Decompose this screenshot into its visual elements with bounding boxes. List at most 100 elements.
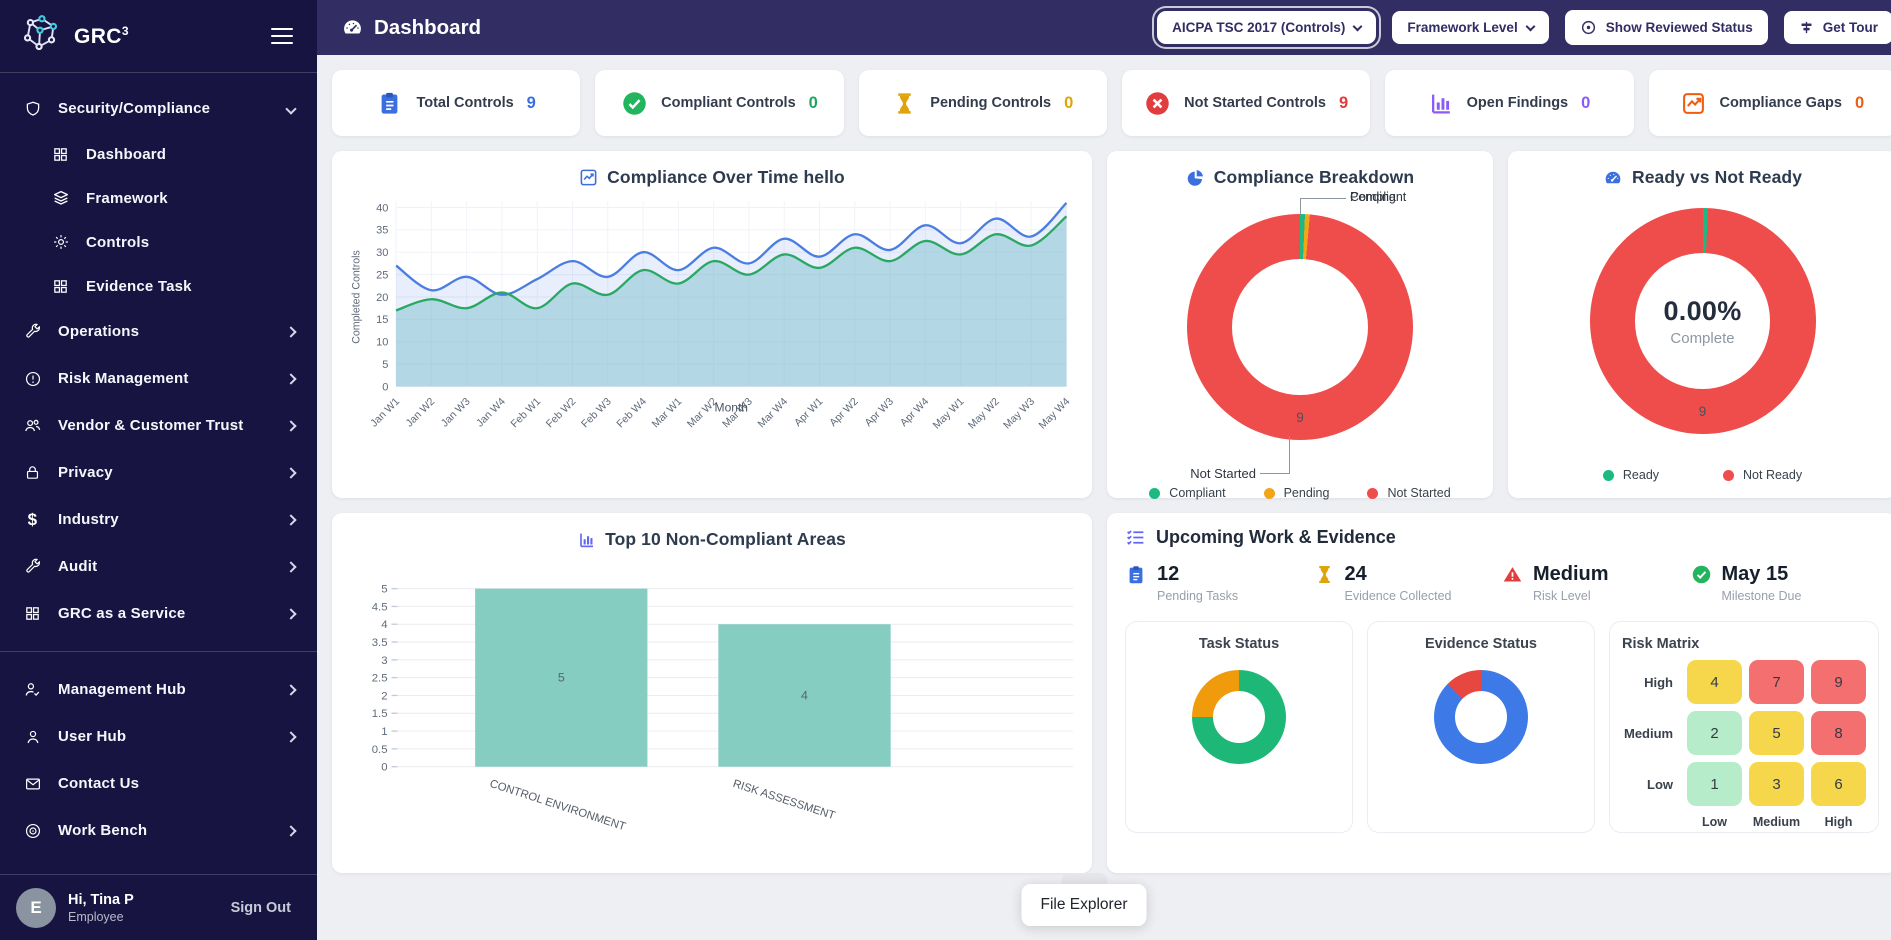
svg-text:Completed Controls: Completed Controls <box>350 250 362 343</box>
risk-matrix-title: Risk Matrix <box>1622 636 1866 652</box>
svg-text:10: 10 <box>376 337 388 349</box>
ready-donut[interactable]: 0.00% Complete 9 <box>1590 208 1816 434</box>
matrix-cell: 6 <box>1811 762 1866 806</box>
chevron-right-icon <box>285 373 296 384</box>
bar-chart-icon <box>578 531 596 549</box>
ready-vs-not-ready-chart[interactable]: 0.00% Complete 9 <box>1590 208 1816 434</box>
risk-matrix-card: Risk Matrix High 4 7 9 Medium 2 5 8 Low <box>1609 621 1879 833</box>
upcoming-work-title: Upcoming Work & Evidence <box>1125 527 1879 548</box>
sidebar-item-security-compliance[interactable]: Security/Compliance <box>0 85 317 132</box>
evidence-status-card: Evidence Status <box>1367 621 1595 833</box>
compliance-breakdown-chart[interactable]: 9 Compliant Pending Not Started <box>1187 214 1413 440</box>
clipboard-icon <box>376 90 403 117</box>
file-explorer-button[interactable]: File Explorer <box>1022 884 1147 926</box>
hourglass-icon <box>1314 564 1335 585</box>
svg-text:3: 3 <box>381 655 387 667</box>
compliance-over-time-chart[interactable]: 0510152025303540Jan W1Jan W2Jan W3Jan W4… <box>346 192 1078 473</box>
sidebar-item-user-hub[interactable]: User Hub <box>0 713 317 760</box>
svg-text:May W2: May W2 <box>966 396 1002 432</box>
sidebar-item-industry[interactable]: $ Industry <box>0 496 317 543</box>
framework-level-select[interactable]: Framework Level <box>1392 11 1548 44</box>
hourglass-icon <box>892 91 917 116</box>
sidebar-item-dashboard[interactable]: Dashboard <box>0 132 317 176</box>
svg-text:0.5: 0.5 <box>372 744 388 756</box>
svg-text:Mar W4: Mar W4 <box>755 396 790 431</box>
svg-text:4: 4 <box>801 688 808 702</box>
page-title: Dashboard <box>341 16 481 40</box>
sidebar-item-contact-us[interactable]: Contact Us <box>0 760 317 807</box>
slice-value-label: 9 <box>1590 404 1816 419</box>
svg-text:CONTROL ENVIRONMENT: CONTROL ENVIRONMENT <box>488 778 627 833</box>
stat-pending-controls[interactable]: Pending Controls 0 <box>859 70 1107 136</box>
get-tour-button[interactable]: Get Tour <box>1784 11 1891 44</box>
sidebar-item-evidence-task[interactable]: Evidence Task <box>0 264 317 308</box>
sidebar-item-controls[interactable]: Controls <box>0 220 317 264</box>
chevron-right-icon <box>285 326 296 337</box>
sidebar-item-label: Management Hub <box>58 681 186 698</box>
signpost-icon <box>1799 20 1814 35</box>
svg-text:40: 40 <box>376 202 388 214</box>
stat-open-findings[interactable]: Open Findings 0 <box>1385 70 1633 136</box>
evidence-status-donut[interactable] <box>1434 670 1528 764</box>
svg-text:5: 5 <box>381 584 387 596</box>
sidebar-item-framework[interactable]: Framework <box>0 176 317 220</box>
svg-text:25: 25 <box>376 269 388 281</box>
ready-legend: Ready Not Ready <box>1522 468 1883 482</box>
sidebar-item-risk-management[interactable]: Risk Management <box>0 355 317 402</box>
sidebar-item-work-bench[interactable]: Work Bench <box>0 807 317 854</box>
show-reviewed-status-button[interactable]: Show Reviewed Status <box>1565 10 1768 45</box>
sidebar-item-privacy[interactable]: Privacy <box>0 449 317 496</box>
svg-text:20: 20 <box>376 292 388 304</box>
chevron-down-icon <box>1525 21 1535 31</box>
slice-value-label: 9 <box>1187 410 1413 425</box>
sidebar-item-audit[interactable]: Audit <box>0 543 317 590</box>
risk-matrix-grid: High 4 7 9 Medium 2 5 8 Low 1 3 <box>1624 660 1866 829</box>
stat-not-started-controls[interactable]: Not Started Controls 9 <box>1122 70 1370 136</box>
chart-line-icon <box>579 168 598 187</box>
svg-text:Apr W2: Apr W2 <box>827 396 861 430</box>
wrench-icon <box>22 558 43 576</box>
compliance-over-time-card: Compliance Over Time hello 0510152025303… <box>332 151 1092 498</box>
shield-icon <box>22 100 43 118</box>
sign-out-button[interactable]: Sign Out <box>231 900 291 916</box>
svg-text:0: 0 <box>382 381 388 393</box>
upcoming-work-card: Upcoming Work & Evidence 12Pending Tasks… <box>1107 513 1891 873</box>
svg-text:May W4: May W4 <box>1036 396 1072 432</box>
clipboard-icon <box>1125 564 1147 586</box>
stat-compliant-controls[interactable]: Compliant Controls 0 <box>595 70 843 136</box>
svg-text:4: 4 <box>381 619 387 631</box>
upcoming-subcards: Task Status Evidence Status Risk Matrix … <box>1125 621 1879 833</box>
avatar: E <box>16 888 56 928</box>
charts-row-2: Top 10 Non-Compliant Areas 00.511.522.53… <box>332 513 1891 873</box>
stat-total-controls[interactable]: Total Controls 9 <box>332 70 580 136</box>
file-explorer[interactable]: File Explorer <box>1022 884 1147 926</box>
tachometer-icon <box>341 16 364 39</box>
sidebar-item-label: User Hub <box>58 728 126 745</box>
menu-toggle-icon[interactable] <box>267 24 297 49</box>
top-non-compliant-chart[interactable]: 00.511.522.533.544.555CONTROL ENVIRONMEN… <box>346 554 1078 853</box>
svg-text:0: 0 <box>381 762 387 774</box>
pie-chart-icon <box>1186 168 1205 187</box>
sidebar-item-operations[interactable]: Operations <box>0 308 317 355</box>
logo-row: GRC3 <box>0 0 317 72</box>
compliance-breakdown-donut[interactable]: 9 <box>1187 214 1413 440</box>
task-status-donut[interactable] <box>1192 670 1286 764</box>
sidebar-item-grc-as-a-service[interactable]: GRC as a Service <box>0 590 317 637</box>
svg-text:2: 2 <box>381 690 387 702</box>
callout-line <box>1260 436 1290 474</box>
svg-text:4.5: 4.5 <box>372 601 388 613</box>
legend-dot <box>1367 488 1378 499</box>
sidebar-item-management-hub[interactable]: Management Hub <box>0 666 317 713</box>
svg-text:35: 35 <box>376 225 388 237</box>
legend-dot <box>1264 488 1275 499</box>
stat-compliance-gaps[interactable]: Compliance Gaps 0 <box>1649 70 1891 136</box>
sidebar-item-vendor-customer-trust[interactable]: Vendor & Customer Trust <box>0 402 317 449</box>
framework-select[interactable]: AICPA TSC 2017 (Controls) <box>1157 11 1376 44</box>
svg-text:2.5: 2.5 <box>372 673 388 685</box>
sidebar-item-label: Operations <box>58 323 139 340</box>
top-non-compliant-title: Top 10 Non-Compliant Areas <box>346 525 1078 550</box>
upstat-risk-level: MediumRisk Level <box>1502 564 1691 603</box>
complete-percentage: 0.00% <box>1663 296 1741 327</box>
matrix-cell: 9 <box>1811 660 1866 704</box>
compliance-over-time-title: Compliance Over Time hello <box>346 163 1078 188</box>
